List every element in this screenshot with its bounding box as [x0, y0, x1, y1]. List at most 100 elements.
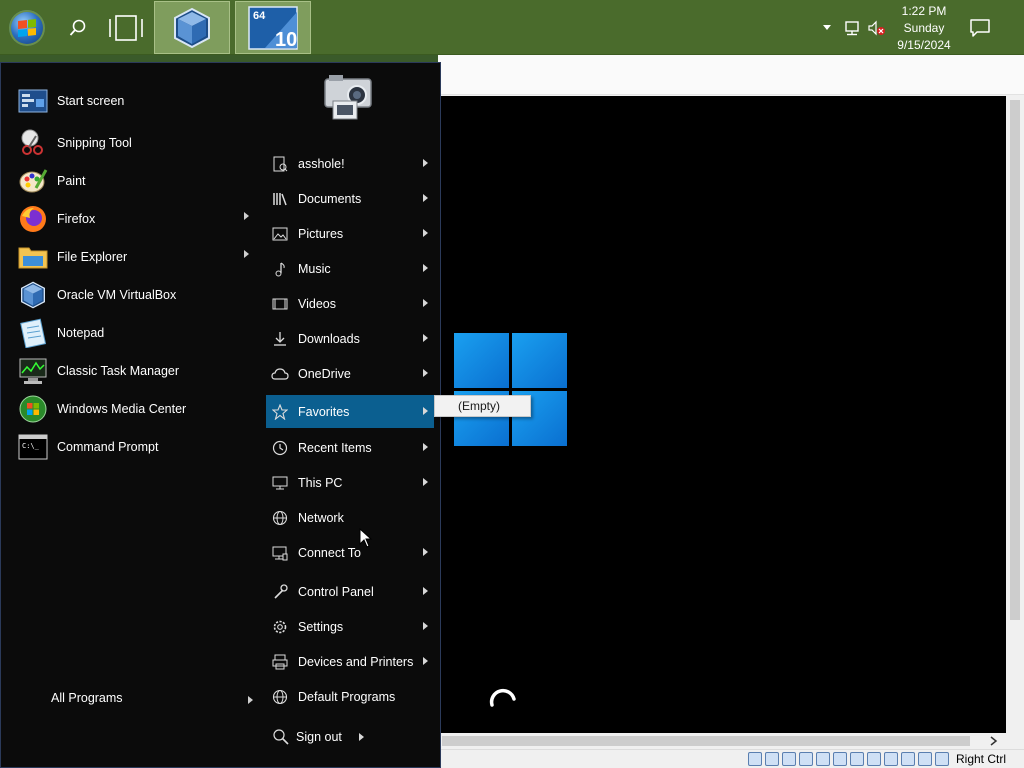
- program-command-prompt[interactable]: C:\_ Command Prompt: [17, 430, 257, 464]
- program-windows-media-center[interactable]: Windows Media Center: [17, 392, 257, 426]
- snipping-tool-icon: [21, 129, 43, 155]
- all-programs-button[interactable]: All Programs: [51, 691, 257, 711]
- submenu-arrow-icon: [423, 334, 428, 342]
- submenu-arrow-icon: [423, 443, 428, 451]
- place-settings[interactable]: Settings: [266, 610, 434, 643]
- control-panel-icon: [274, 583, 288, 599]
- place-control-panel[interactable]: Control Panel: [266, 575, 434, 608]
- place-onedrive[interactable]: OneDrive: [266, 357, 434, 390]
- place-downloads[interactable]: Downloads: [266, 322, 434, 355]
- place-videos[interactable]: Videos: [266, 287, 434, 320]
- task-view-button[interactable]: [103, 0, 149, 55]
- flyout-empty-label: (Empty): [458, 399, 500, 413]
- start-menu: Start screen Snipping Tool Paint Firefox…: [0, 62, 441, 768]
- recent-items-icon: [272, 440, 288, 455]
- place-pictures[interactable]: Pictures: [266, 217, 434, 250]
- program-virtualbox[interactable]: Oracle VM VirtualBox: [17, 278, 257, 312]
- program-classic-task-manager[interactable]: Classic Task Manager: [17, 354, 257, 388]
- search-icon: [69, 19, 86, 36]
- submenu-arrow-icon: [244, 250, 249, 258]
- place-music[interactable]: Music: [266, 252, 434, 285]
- taskbar-app-virtualbox[interactable]: [154, 1, 230, 54]
- place-connect-to[interactable]: Connect To: [266, 536, 434, 569]
- host-key-label: Right Ctrl: [956, 752, 1007, 766]
- place-default-programs[interactable]: Default Programs: [266, 680, 434, 713]
- media-center-icon: [19, 395, 47, 423]
- taskbar-clock[interactable]: 1:22 PM Sunday 9/15/2024: [892, 3, 956, 54]
- settings-icon: [273, 620, 287, 633]
- firefox-icon: [20, 206, 46, 232]
- clock-time: 1:22 PM: [901, 4, 947, 18]
- action-center-icon[interactable]: [968, 16, 992, 40]
- submenu-arrow-icon: [423, 587, 428, 595]
- devices-printers-icon: [272, 654, 288, 669]
- taskbar-app-windows10-vm[interactable]: 64 10: [235, 1, 311, 54]
- submenu-arrow-icon: [423, 478, 428, 486]
- program-snipping-tool[interactable]: Snipping Tool: [17, 126, 257, 160]
- place-recent-items[interactable]: Recent Items: [266, 431, 434, 464]
- task-view-icon: [109, 14, 143, 41]
- vm-status-bar: Right Ctrl: [438, 749, 1024, 768]
- default-programs-icon: [272, 689, 288, 704]
- start-menu-places: asshole! Documents Pictures Music Videos…: [266, 63, 438, 767]
- vm-horizontal-scrollbar[interactable]: [438, 733, 1006, 749]
- network-tray-icon[interactable]: [842, 18, 862, 38]
- windows10-vm-icon: 64 10: [248, 5, 298, 51]
- submenu-arrow-icon: [423, 194, 428, 202]
- program-notepad[interactable]: Notepad: [17, 316, 257, 350]
- network-icon: [272, 510, 288, 525]
- music-icon: [275, 262, 285, 276]
- start-menu-programs: Start screen Snipping Tool Paint Firefox…: [1, 63, 263, 767]
- submenu-arrow-icon: [423, 159, 428, 167]
- program-file-explorer[interactable]: File Explorer: [17, 240, 257, 274]
- program-firefox[interactable]: Firefox: [17, 202, 257, 236]
- mouse-cursor-icon: [359, 528, 373, 548]
- show-hidden-icons-icon[interactable]: [820, 20, 834, 34]
- search-button[interactable]: [58, 0, 98, 55]
- taskbar: 64 10 1:22 PM Sunday 9/15/2024: [0, 0, 1024, 55]
- program-start-screen[interactable]: Start screen: [17, 84, 257, 118]
- task-manager-icon: [19, 358, 47, 384]
- submenu-arrow-icon: [248, 696, 253, 704]
- svg-text:64: 64: [253, 10, 266, 22]
- vm-toolbar-area: [438, 55, 1024, 95]
- place-documents[interactable]: Documents: [266, 182, 434, 215]
- favorites-icon: [272, 403, 288, 420]
- virtualbox-icon: [21, 281, 45, 309]
- place-favorites[interactable]: Favorites: [266, 395, 434, 428]
- virtualbox-icon: [174, 7, 210, 48]
- submenu-arrow-icon: [423, 657, 428, 665]
- vm-device-status-icons[interactable]: [748, 752, 949, 766]
- svg-text:10: 10: [275, 29, 297, 51]
- place-network[interactable]: Network: [266, 501, 434, 534]
- volume-muted-icon[interactable]: [866, 18, 886, 38]
- command-prompt-icon: C:\_: [18, 434, 48, 460]
- program-paint[interactable]: Paint: [17, 164, 257, 198]
- clock-date: 9/15/2024: [897, 38, 951, 52]
- submenu-arrow-icon: [423, 548, 428, 556]
- pictures-icon: [272, 227, 288, 240]
- submenu-arrow-icon: [423, 264, 428, 272]
- place-this-pc[interactable]: This PC: [266, 466, 434, 499]
- sign-out-icon: [273, 729, 289, 745]
- place-devices-and-printers[interactable]: Devices and Printers: [266, 645, 434, 678]
- documents-icon: [273, 192, 287, 205]
- submenu-arrow-icon: [423, 369, 428, 377]
- sign-out-button[interactable]: Sign out: [272, 725, 372, 749]
- start-orb-icon: [9, 9, 45, 46]
- start-screen-icon: [18, 89, 48, 113]
- scroll-right-icon[interactable]: [990, 736, 998, 746]
- clock-day: Sunday: [903, 21, 945, 35]
- loading-spinner-icon: [489, 688, 516, 707]
- downloads-icon: [274, 331, 286, 346]
- submenu-arrow-icon: [423, 229, 428, 237]
- start-button[interactable]: [6, 0, 48, 55]
- submenu-arrow-icon: [359, 733, 364, 741]
- onedrive-icon: [271, 367, 289, 380]
- place-user-folder[interactable]: asshole!: [266, 147, 434, 180]
- svg-text:C:\_: C:\_: [22, 442, 40, 450]
- connect-to-icon: [272, 546, 288, 560]
- vm-vertical-scrollbar[interactable]: [1006, 96, 1024, 733]
- submenu-arrow-icon: [423, 407, 428, 415]
- submenu-arrow-icon: [423, 299, 428, 307]
